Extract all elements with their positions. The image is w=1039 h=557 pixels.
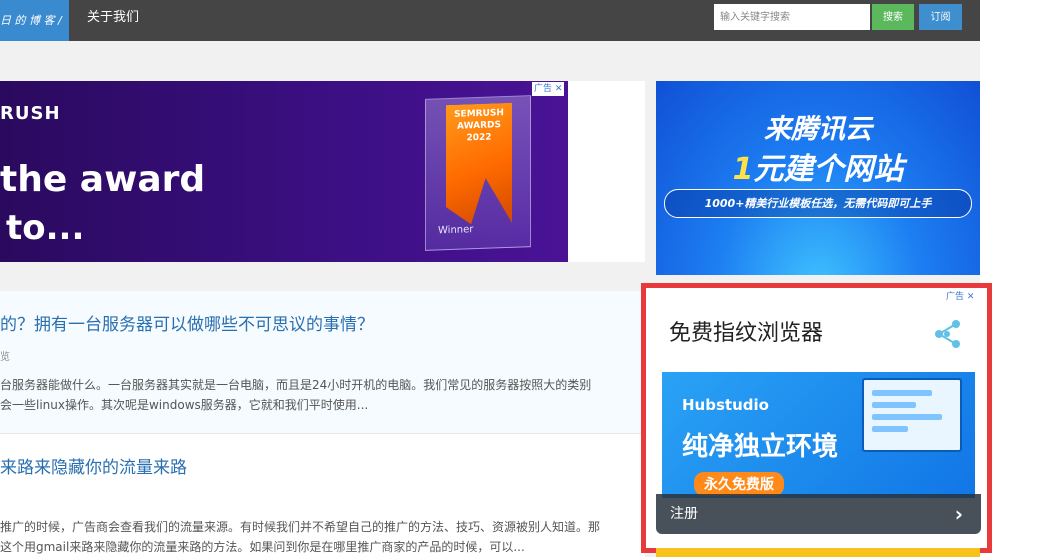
tencent-ad-tagline: 1000+精美行业模板任选，无需代码即可上手	[664, 189, 972, 218]
search-input[interactable]	[714, 4, 870, 30]
site-logo[interactable]: 日 的 博 客 /	[0, 0, 69, 41]
register-button[interactable]: 注册 ›	[656, 494, 981, 534]
nav-about-link[interactable]: 关于我们	[87, 0, 139, 41]
article-excerpt: 推广的时候，广告商会查看我们的流量来源。有时候我们并不希望自己的推广的方法、技巧…	[0, 517, 630, 557]
ad-close-mark[interactable]: 广告 ✕	[946, 289, 974, 302]
list-item: 来路来隐藏你的流量来路 推广的时候，广告商会查看我们的流量来源。有时候我们并不希…	[0, 434, 645, 557]
article-list: 的？拥有一台服务器可以做哪些不可思议的事情？ 览 台服务器能做什么。一台服务器其…	[0, 291, 645, 557]
device-illustration	[862, 378, 962, 452]
article-excerpt: 台服务器能做什么。一台服务器其实就是一台电脑，而且是24小时开机的电脑。我们常见…	[0, 375, 630, 415]
illustration-bar	[872, 414, 942, 420]
ad-headline-1: the award	[0, 159, 206, 200]
excerpt-line: 台服务器能做什么。一台服务器其实就是一台电脑，而且是24小时开机的电脑。我们常见…	[0, 378, 592, 392]
article-title-link[interactable]: 的？拥有一台服务器可以做哪些不可思议的事情？	[0, 310, 374, 335]
chevron-right-icon: ›	[954, 502, 963, 526]
tencent-ad-accent: 1	[732, 152, 754, 187]
search-button[interactable]: 搜索	[872, 4, 914, 30]
hubstudio-ad-image[interactable]: Hubstudio 纯净独立环境 永久免费版	[662, 372, 975, 498]
list-item: 的？拥有一台服务器可以做哪些不可思议的事情？ 览 台服务器能做什么。一台服务器其…	[0, 291, 645, 434]
page: 日 的 博 客 / 关于我们 搜索 订阅 RUSH the award to..…	[0, 0, 1039, 557]
hubstudio-ad-title[interactable]: 免费指纹浏览器	[669, 315, 823, 347]
award-trophy-image: SEMRUSH AWARDS 2022 Winner	[425, 95, 531, 251]
excerpt-line: 推广的时候，广告商会查看我们的流量来源。有时候我们并不希望自己的推广的方法、技巧…	[0, 520, 601, 534]
excerpt-line: 这个用gmail来路来隐藏你的流量来路的方法。如果问到你是在哪里推广商家的产品的…	[0, 540, 525, 554]
hubstudio-slogan: 纯净独立环境	[682, 432, 839, 462]
ad-close-mark[interactable]: 广告 ✕	[532, 82, 565, 96]
illustration-bar	[872, 426, 908, 432]
illustration-bar	[872, 390, 932, 396]
banner-ad-container: RUSH the award to... SEMRUSH AWARDS 2022…	[0, 81, 645, 262]
tencent-ad-subheadline: 1元建个网站	[656, 144, 980, 188]
subscribe-button[interactable]: 订阅	[919, 4, 962, 30]
semrush-banner-ad[interactable]: RUSH the award to... SEMRUSH AWARDS 2022…	[0, 81, 568, 262]
trophy-winner-label: Winner	[438, 224, 474, 237]
tencent-ad-subheadline-text: 元建个网站	[753, 152, 904, 187]
hubstudio-ad-highlighted[interactable]: 广告 ✕ 免费指纹浏览器 Hubstudio 纯净独立环境 永久免费版 注册 ›	[641, 283, 992, 553]
article-meta: 览	[0, 352, 10, 363]
illustration-bar	[872, 402, 916, 408]
tencent-cloud-ad[interactable]: 来腾讯云 1元建个网站 1000+精美行业模板任选，无需代码即可上手	[656, 81, 980, 275]
tencent-ad-headline: 来腾讯云	[764, 114, 872, 145]
share-nodes-icon	[935, 320, 960, 348]
ad-headline-2: to...	[6, 208, 85, 248]
next-ad-strip	[656, 548, 980, 557]
hubstudio-logo: Hubstudio	[682, 396, 769, 414]
trophy-text: SEMRUSH AWARDS 2022	[454, 108, 504, 144]
register-label: 注册	[670, 506, 698, 522]
top-navbar: 日 的 博 客 / 关于我们 搜索 订阅	[0, 0, 980, 41]
ad-brand: RUSH	[0, 103, 61, 124]
excerpt-line: 会一些linux操作。其次呢是windows服务器，它就和我们平时使用...	[0, 398, 369, 412]
hubstudio-free-badge: 永久免费版	[694, 472, 784, 496]
article-title-link[interactable]: 来路来隐藏你的流量来路	[0, 453, 187, 478]
